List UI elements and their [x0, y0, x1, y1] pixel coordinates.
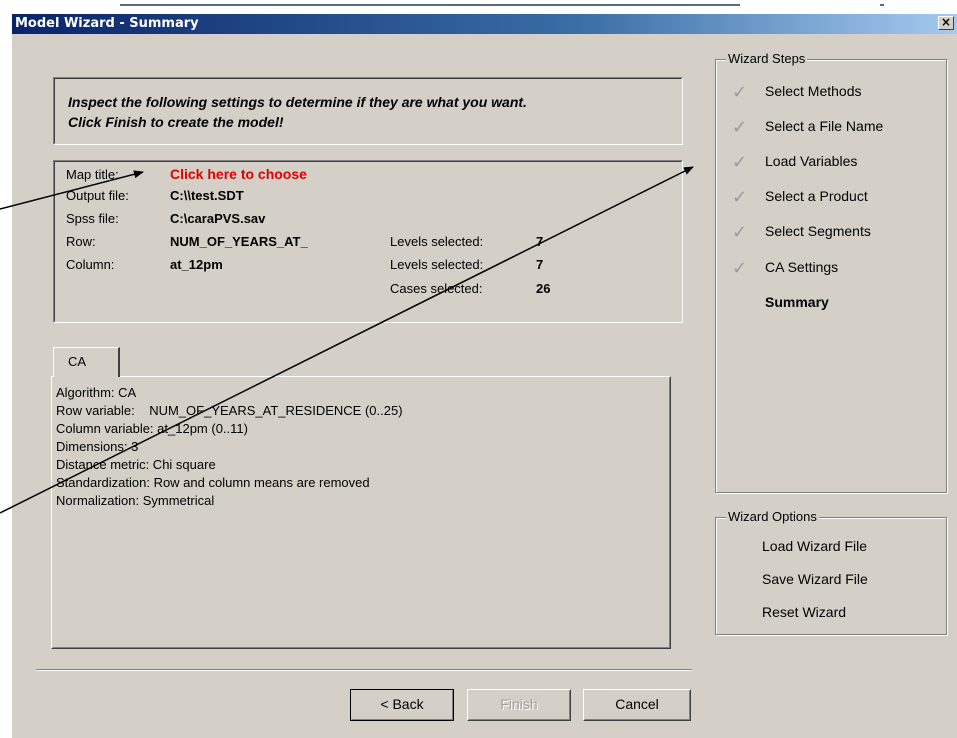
title-bar[interactable]: Model Wizard - Summary ×: [12, 14, 957, 34]
save-wizard-file-link[interactable]: Save Wizard File: [762, 571, 868, 587]
ca-detail-line: Distance metric: Chi square: [56, 457, 216, 472]
ca-detail-line: Dimensions: 3: [56, 439, 139, 454]
column-levels-value: 7: [536, 257, 544, 272]
instructions-box: Inspect the following settings to determ…: [53, 77, 683, 145]
column-levels-label: Levels selected:: [390, 257, 484, 272]
tab-ca-label: CA: [68, 354, 87, 369]
cancel-button[interactable]: Cancel: [583, 689, 691, 721]
check-icon: ✓: [732, 187, 748, 208]
close-button[interactable]: ×: [938, 16, 954, 30]
step-label: Load Variables: [765, 153, 858, 169]
background-window-edge: [120, 4, 740, 6]
step-label: Select Segments: [765, 223, 871, 239]
check-icon: ✓: [732, 82, 748, 103]
reset-wizard-link[interactable]: Reset Wizard: [762, 604, 846, 620]
step-label: Select a Product: [765, 188, 868, 204]
check-icon: ✓: [732, 222, 748, 243]
instructions-line-1: Inspect the following settings to determ…: [68, 94, 527, 110]
output-file-label: Output file:: [66, 188, 129, 203]
wizard-steps-group: Wizard Steps ✓ Select Methods ✓ Select a…: [715, 51, 947, 493]
spss-file-value: C:\caraPVS.sav: [170, 211, 266, 226]
window-title: Model Wizard - Summary: [15, 16, 199, 31]
load-wizard-file-link[interactable]: Load Wizard File: [762, 538, 867, 554]
wizard-options-group: Wizard Options Load Wizard File Save Wiz…: [715, 509, 947, 635]
close-icon: ×: [940, 15, 952, 29]
cases-selected-label: Cases selected:: [390, 281, 483, 296]
wizard-options-title: Wizard Options: [726, 509, 819, 524]
step-label: Select Methods: [765, 83, 862, 99]
check-icon: ✓: [732, 152, 748, 173]
column-value: at_12pm: [170, 257, 223, 272]
row-levels-value: 7: [536, 234, 544, 249]
check-icon: ✓: [732, 117, 748, 138]
row-label: Row:: [66, 234, 96, 249]
back-button[interactable]: < Back: [350, 689, 454, 721]
ca-tab-panel: Algorithm: CA Row variable: NUM_OF_YEARS…: [51, 376, 671, 649]
step-label: Select a File Name: [765, 118, 884, 134]
check-icon: ✓: [732, 258, 748, 279]
wizard-steps-title: Wizard Steps: [726, 51, 808, 66]
cases-selected-value: 26: [536, 281, 551, 296]
ca-detail-line: Normalization: Symmetrical: [56, 493, 215, 508]
ca-detail-line: Row variable: NUM_OF_YEARS_AT_RESIDENCE …: [56, 403, 403, 418]
step-label: Summary: [765, 294, 829, 310]
instructions-line-2: Click Finish to create the model!: [68, 114, 284, 130]
button-separator: [36, 669, 692, 671]
column-label: Column:: [66, 257, 115, 272]
model-wizard-window: Model Wizard - Summary × Inspect the fol…: [11, 14, 957, 738]
map-title-link[interactable]: Click here to choose: [170, 166, 307, 182]
row-value: NUM_OF_YEARS_AT_: [170, 234, 308, 249]
finish-button[interactable]: Finish: [467, 689, 571, 721]
background-window-edge: [880, 4, 884, 6]
row-levels-label: Levels selected:: [390, 234, 484, 249]
ca-detail-line: Column variable: at_12pm (0..11): [56, 421, 248, 436]
ca-detail-line: Standardization: Row and column means ar…: [56, 475, 370, 490]
top-strip: [0, 0, 957, 14]
output-file-value: C:\\test.SDT: [170, 188, 244, 203]
tab-ca[interactable]: CA: [53, 347, 120, 377]
ca-detail-line: Algorithm: CA: [56, 385, 137, 400]
spss-file-label: Spss file:: [66, 211, 119, 226]
settings-summary-box: Map title: Click here to choose Output f…: [53, 160, 683, 323]
map-title-label: Map title:: [66, 167, 119, 182]
step-label: CA Settings: [765, 259, 839, 275]
